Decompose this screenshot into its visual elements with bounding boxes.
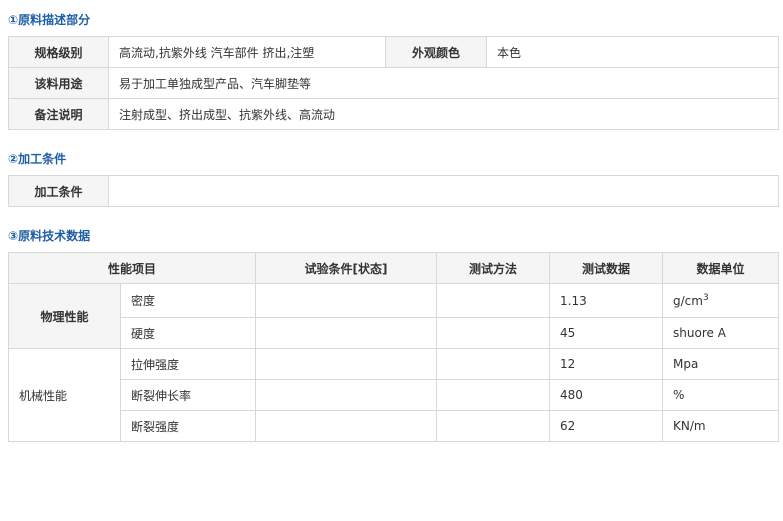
row-data: 62 xyxy=(549,410,664,442)
row-method xyxy=(436,410,551,442)
row-item: 拉伸强度 xyxy=(119,348,257,380)
color-label: 外观颜色 xyxy=(385,36,487,68)
table-row: 断裂强度 62 KN/m xyxy=(9,410,780,442)
table-row: 断裂伸长率 480 % xyxy=(9,379,780,411)
row-condition xyxy=(255,348,438,380)
row-unit: KN/m xyxy=(662,410,780,442)
table-row: 硬度 45 shuore A xyxy=(9,317,780,349)
processing-table: 加工条件 xyxy=(8,175,779,207)
technical-data-table: 性能项目 试验条件[状态] 测试方法 测试数据 数据单位 物理性能 密度 1.1… xyxy=(7,252,780,442)
header-condition: 试验条件[状态] xyxy=(255,252,438,284)
row-unit: shuore A xyxy=(662,317,780,349)
section-title-processing: ②加工条件 xyxy=(8,152,67,166)
row-data: 45 xyxy=(549,317,664,349)
row-item: 断裂强度 xyxy=(119,410,257,442)
processing-label: 加工条件 xyxy=(8,175,109,207)
row-data: 480 xyxy=(549,379,664,411)
row-condition xyxy=(255,379,438,411)
row-method xyxy=(436,379,551,411)
table-row: 物理性能 密度 1.13 g/cm3 xyxy=(8,283,780,349)
note-label: 备注说明 xyxy=(8,98,109,130)
description-table: 规格级别 高流动,抗紫外线 汽车部件 挤出,注塑 外观颜色 本色 该料用途 易于… xyxy=(8,36,779,130)
note-value: 注射成型、挤出成型、抗紫外线、高流动 xyxy=(108,98,779,130)
use-value: 易于加工单独成型产品、汽车脚垫等 xyxy=(108,67,779,99)
row-method xyxy=(436,283,551,318)
processing-value xyxy=(108,175,779,207)
row-data: 12 xyxy=(549,348,664,380)
color-value: 本色 xyxy=(486,36,779,68)
row-condition xyxy=(255,283,438,318)
table-row: 机械性能 拉伸强度 12 Mpa xyxy=(8,348,780,442)
row-item: 密度 xyxy=(119,283,257,318)
row-method xyxy=(436,348,551,380)
use-label: 该料用途 xyxy=(8,67,109,99)
header-property: 性能项目 xyxy=(7,252,257,284)
group-mechanical: 机械性能 xyxy=(8,348,121,442)
spec-value: 高流动,抗紫外线 汽车部件 挤出,注塑 xyxy=(108,36,386,68)
row-condition xyxy=(255,317,438,349)
row-item: 硬度 xyxy=(119,317,257,349)
section-title-description: ①原料描述部分 xyxy=(8,13,91,27)
group-physical: 物理性能 xyxy=(8,283,121,349)
header-method: 测试方法 xyxy=(436,252,551,284)
row-unit: g/cm3 xyxy=(662,283,780,318)
row-method xyxy=(436,317,551,349)
spec-label: 规格级别 xyxy=(8,36,109,68)
header-unit: 数据单位 xyxy=(662,252,780,284)
header-data: 测试数据 xyxy=(549,252,664,284)
unit-text: g/cm xyxy=(673,294,703,308)
row-item: 断裂伸长率 xyxy=(119,379,257,411)
unit-superscript: 3 xyxy=(702,293,709,303)
row-unit: % xyxy=(662,379,780,411)
row-data: 1.13 xyxy=(549,283,664,318)
row-condition xyxy=(255,410,438,442)
section-title-technical: ③原料技术数据 xyxy=(8,229,91,243)
row-unit: Mpa xyxy=(662,348,780,380)
